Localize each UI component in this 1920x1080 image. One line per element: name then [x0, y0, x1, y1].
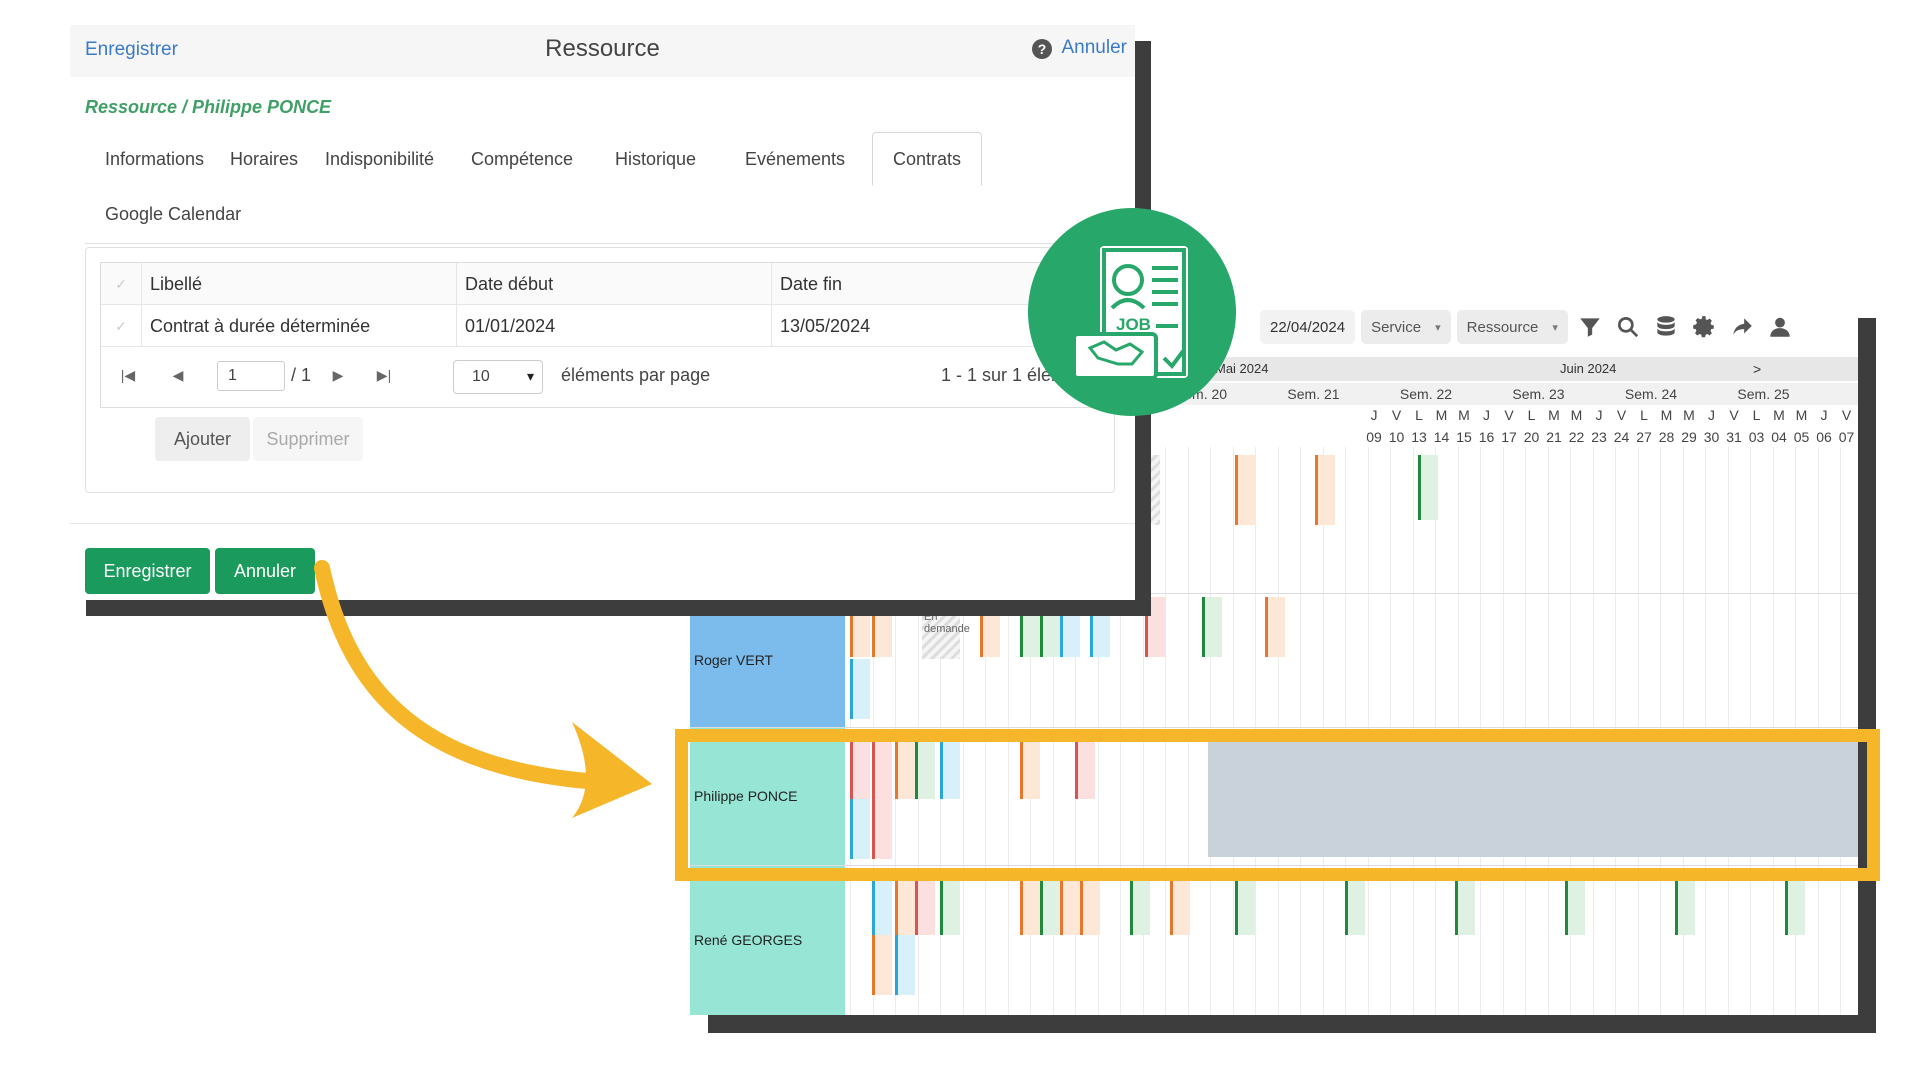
job-label: JOB — [1116, 315, 1151, 334]
job-document-icon: JOB — [1072, 246, 1188, 380]
job-contract-icon: JOB — [1028, 208, 1236, 416]
arrow-icon — [314, 560, 652, 818]
